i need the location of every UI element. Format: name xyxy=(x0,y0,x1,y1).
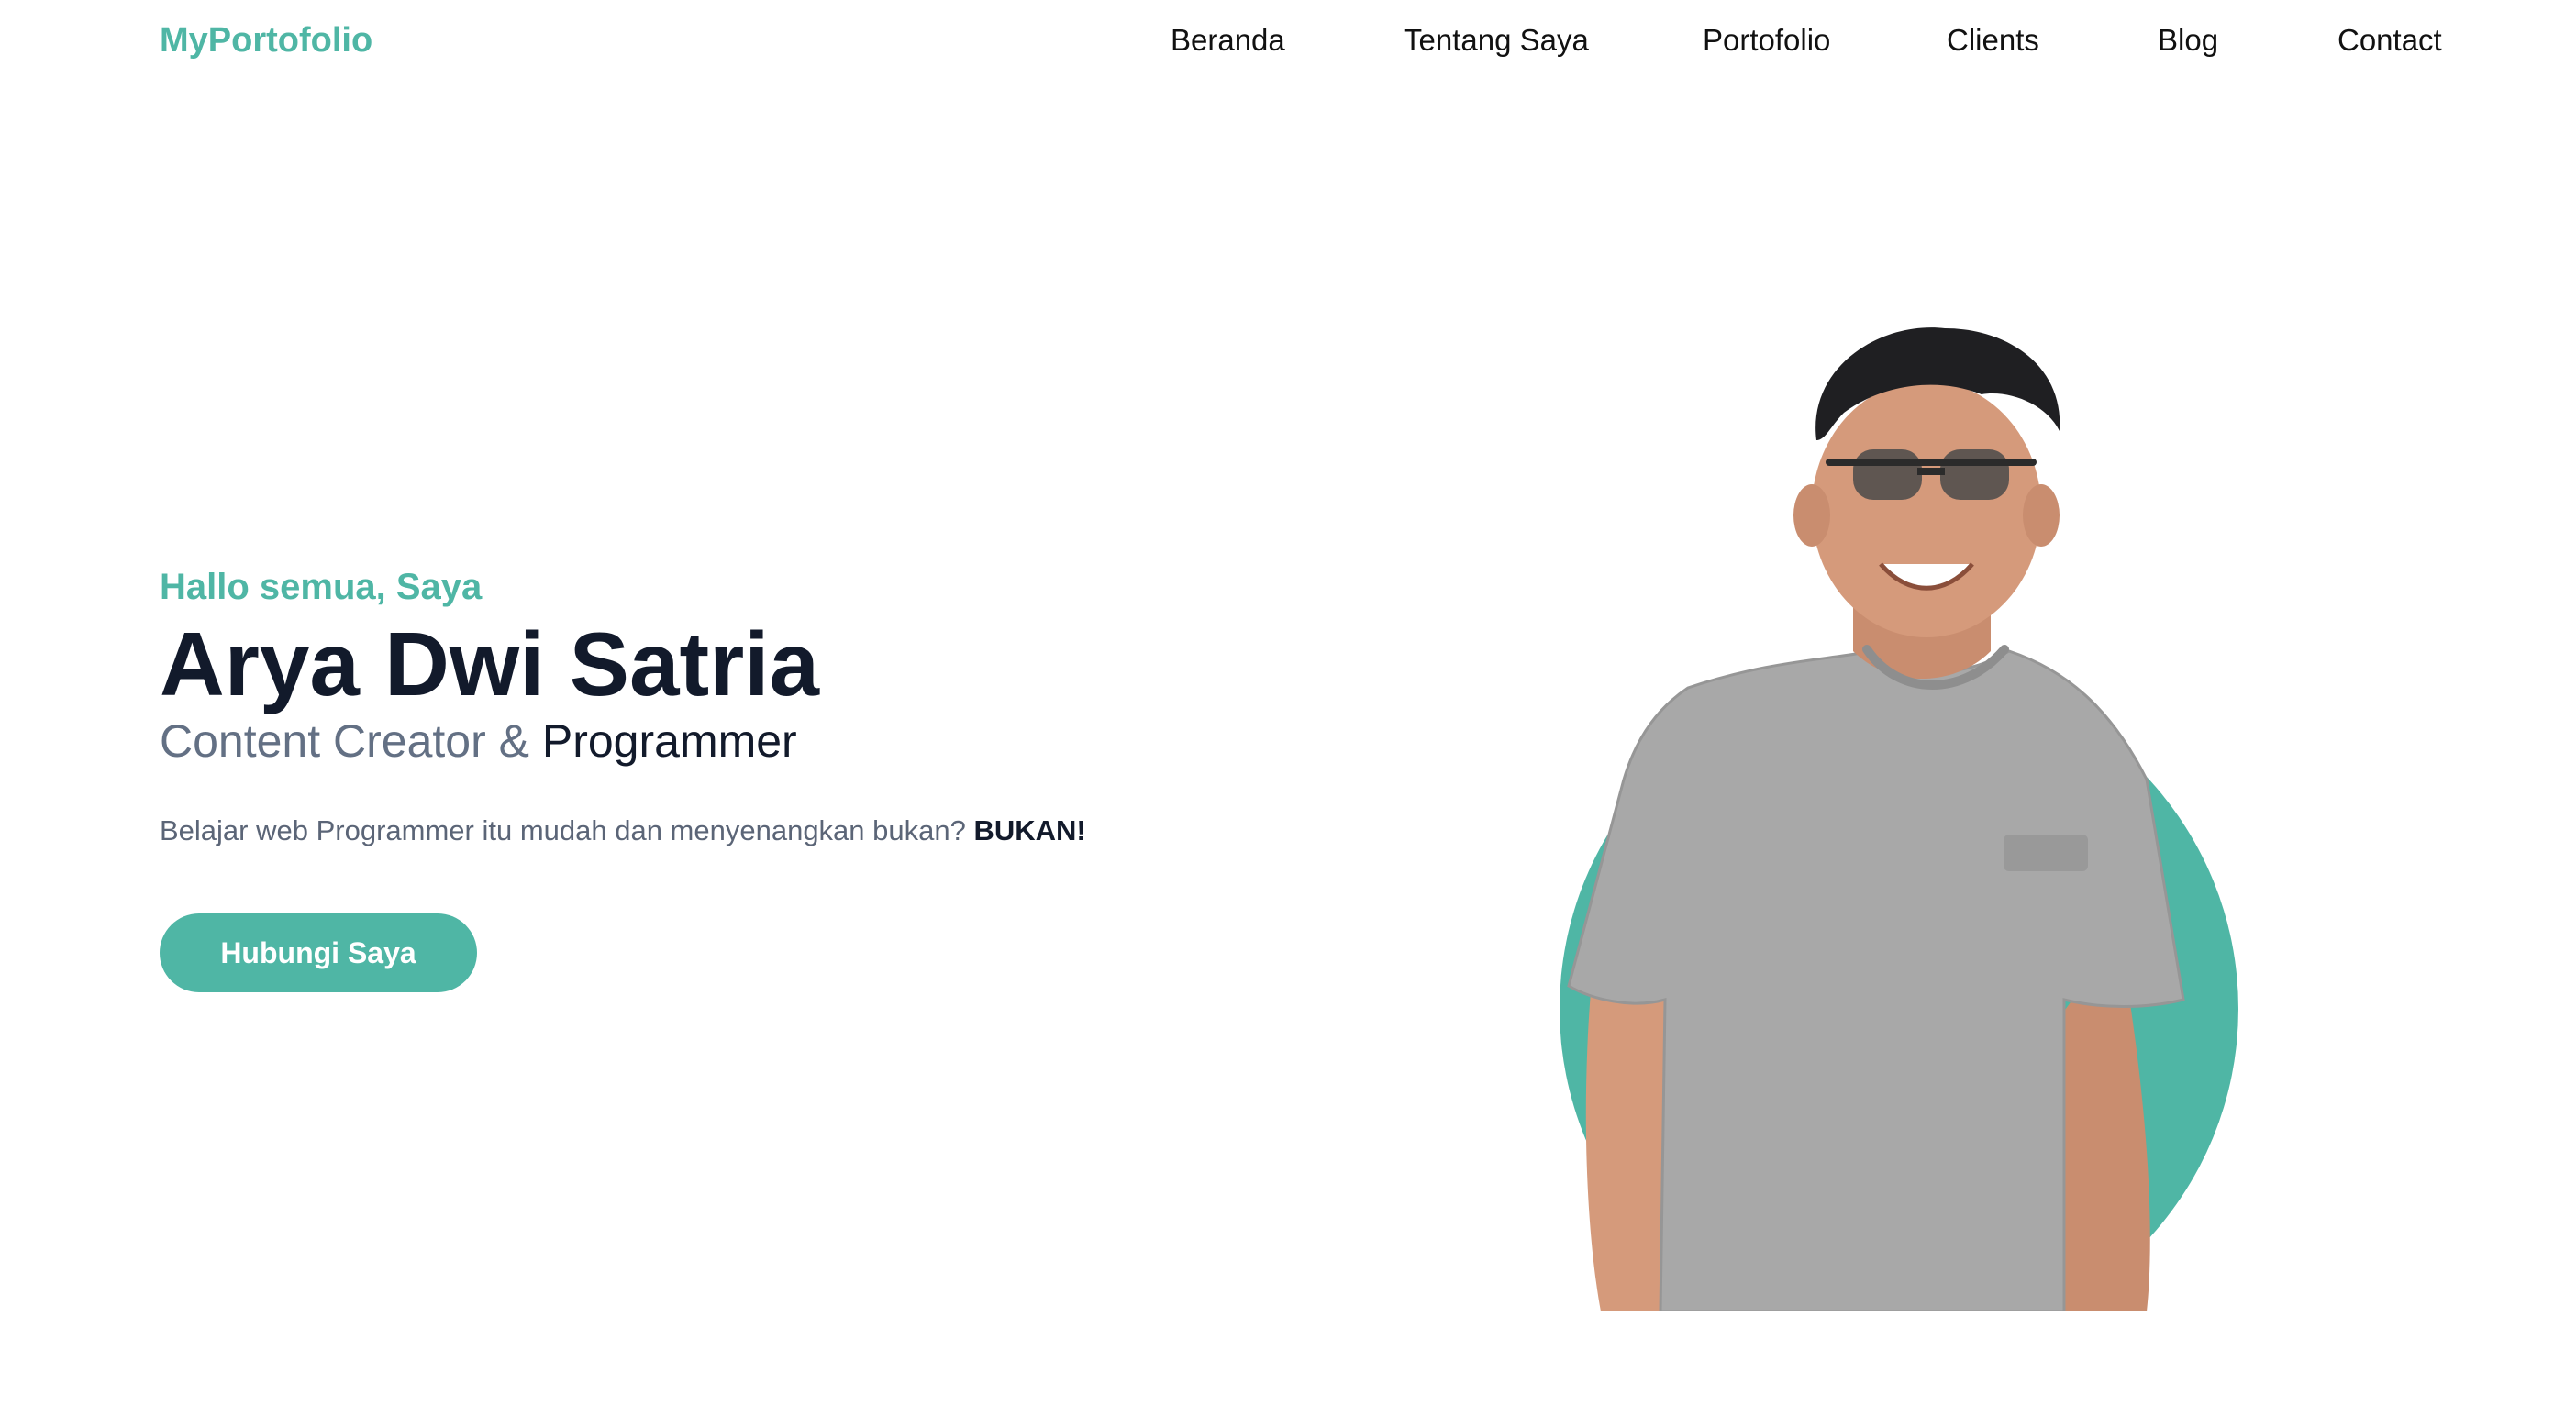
contact-me-button[interactable]: Hubungi Saya xyxy=(160,913,477,992)
hero-image xyxy=(1550,303,2303,1348)
hero-name: Arya Dwi Satria xyxy=(160,614,819,714)
hero-role-prefix: Content Creator & xyxy=(160,715,542,767)
hero-role: Content Creator & Programmer xyxy=(160,712,797,770)
hero-greeting: Hallo semua, Saya xyxy=(160,567,483,607)
nav-item-clients[interactable]: Clients xyxy=(1947,18,2039,62)
hero-tagline-text: Belajar web Programmer itu mudah dan men… xyxy=(160,814,974,846)
hero-tagline-emphasis: BUKAN! xyxy=(973,814,1086,846)
nav-item-contact[interactable]: Contact xyxy=(2337,18,2442,62)
nav-item-tentang-saya[interactable]: Tentang Saya xyxy=(1404,18,1589,62)
hero-role-highlight: Programmer xyxy=(541,715,797,767)
nav-menu: Beranda Tentang Saya Portofolio Clients … xyxy=(0,18,2576,62)
profile-photo-icon xyxy=(1560,327,2238,1348)
hero-tagline: Belajar web Programmer itu mudah dan men… xyxy=(160,811,1086,851)
nav-item-blog[interactable]: Blog xyxy=(2158,18,2218,62)
nav-item-portofolio[interactable]: Portofolio xyxy=(1703,18,1830,62)
nav-item-beranda[interactable]: Beranda xyxy=(1171,18,1285,62)
navbar: MyPortofolio Beranda Tentang Saya Portof… xyxy=(0,0,2576,83)
